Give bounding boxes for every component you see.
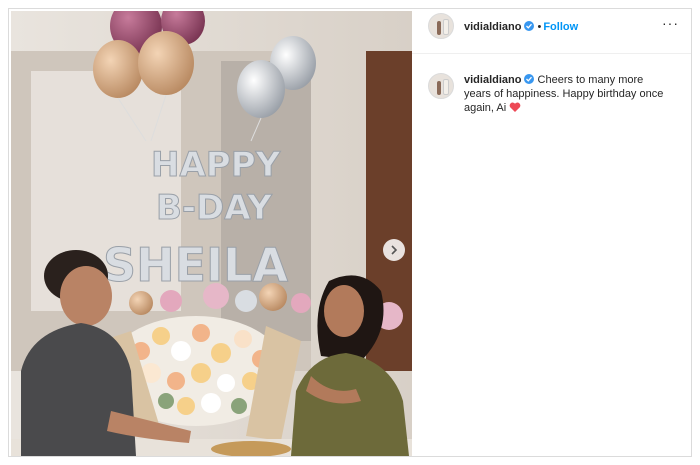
header-user-row: vidialdiano • Follow (464, 17, 578, 35)
separator-dot: • (537, 21, 542, 33)
verified-badge-icon (524, 21, 535, 31)
photo-illustration: HAPPY B-DAY SHEILA (11, 11, 412, 456)
balloon-text-happy: HAPPY (151, 145, 281, 185)
avatar[interactable] (428, 13, 454, 39)
post-header: vidialdiano • Follow ··· (412, 9, 691, 54)
username-link[interactable]: vidialdiano (464, 21, 521, 33)
post-side-panel: vidialdiano • Follow ··· vidialdiano Cheer… (412, 9, 691, 456)
post-photo[interactable]: HAPPY B-DAY SHEILA (11, 11, 412, 456)
balloon-text-name: SHEILA (103, 238, 288, 292)
balloon-text-bday: B-DAY (156, 188, 272, 228)
chevron-right-icon (391, 245, 398, 255)
caption-avatar[interactable] (428, 73, 454, 99)
red-heart-icon (509, 102, 521, 112)
post-card: HAPPY B-DAY SHEILA vidialdiano • Follow … (8, 8, 692, 457)
verified-badge-icon (524, 74, 535, 84)
caption-username-link[interactable]: vidialdiano (464, 74, 521, 86)
follow-button[interactable]: Follow (543, 21, 578, 33)
more-options-button[interactable]: ··· (662, 15, 679, 31)
next-photo-button[interactable] (383, 239, 405, 261)
caption: vidialdiano Cheers to many more years of… (464, 73, 664, 115)
